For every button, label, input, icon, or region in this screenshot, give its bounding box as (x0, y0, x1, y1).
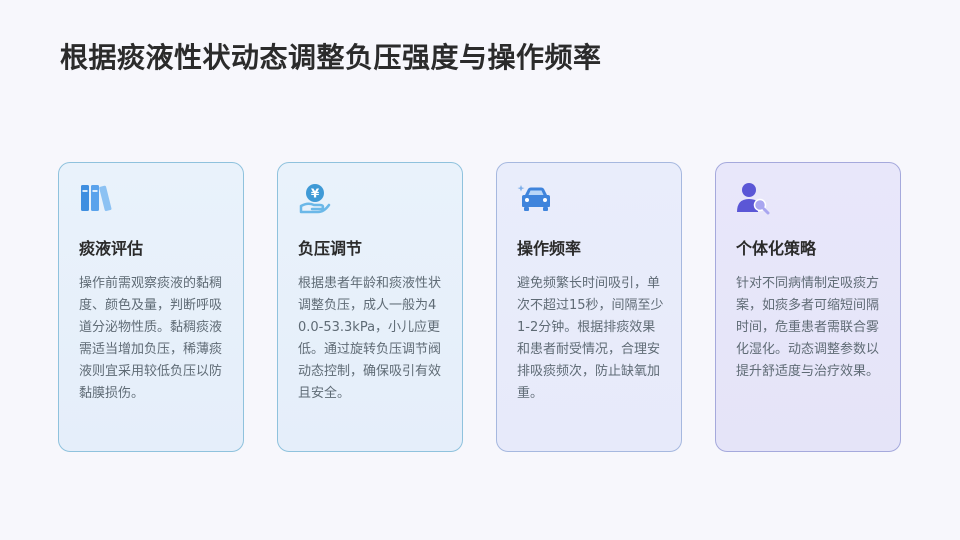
card-individual-strategy: 个体化策略 针对不同病情制定吸痰方案，如痰多者可缩短间隔时间，危重患者需联合雾化… (715, 162, 901, 452)
card-sputum-assessment: 痰液评估 操作前需观察痰液的黏稠度、颜色及量，判断呼吸道分泌物性质。黏稠痰液需适… (58, 162, 244, 452)
page-title: 根据痰液性状动态调整负压强度与操作频率 (60, 41, 602, 74)
card-text: 操作前需观察痰液的黏稠度、颜色及量，判断呼吸道分泌物性质。黏稠痰液需适当增加负压… (79, 276, 223, 401)
card-text: 根据患者年龄和痰液性状调整负压，成人一般为40.0-53.3kPa，小儿应更低。… (298, 276, 442, 401)
card-title: 痰液评估 (79, 239, 144, 258)
slide: 根据痰液性状动态调整负压强度与操作频率 痰液评估 操作前需观察痰液的黏稠度、颜色… (0, 0, 960, 540)
books-icon (81, 185, 112, 212)
card-text: 避免频繁长时间吸引，单次不超过15秒，间隔至少1-2分钟。根据排痰效果和患者耐受… (517, 276, 664, 401)
card-row: 痰液评估 操作前需观察痰液的黏稠度、颜色及量，判断呼吸道分泌物性质。黏稠痰液需适… (58, 162, 901, 452)
card-pressure-adjustment: ¥ 负压调节 根据患者年龄和痰液性状调整负压，成人一般为40.0-53.3kPa… (277, 162, 463, 452)
card-title: 负压调节 (298, 239, 363, 258)
svg-text:¥: ¥ (311, 187, 320, 201)
yen-hand-icon: ¥ (299, 184, 331, 214)
user-search-icon (737, 183, 770, 215)
card-text: 针对不同病情制定吸痰方案，如痰多者可缩短间隔时间，危重患者需联合雾化湿化。动态调… (736, 276, 880, 379)
card-operation-frequency: 操作频率 避免频繁长时间吸引，单次不超过15秒，间隔至少1-2分钟。根据排痰效果… (496, 162, 682, 452)
card-title: 个体化策略 (736, 239, 817, 258)
car-icon (517, 185, 550, 211)
card-title: 操作频率 (517, 239, 582, 258)
